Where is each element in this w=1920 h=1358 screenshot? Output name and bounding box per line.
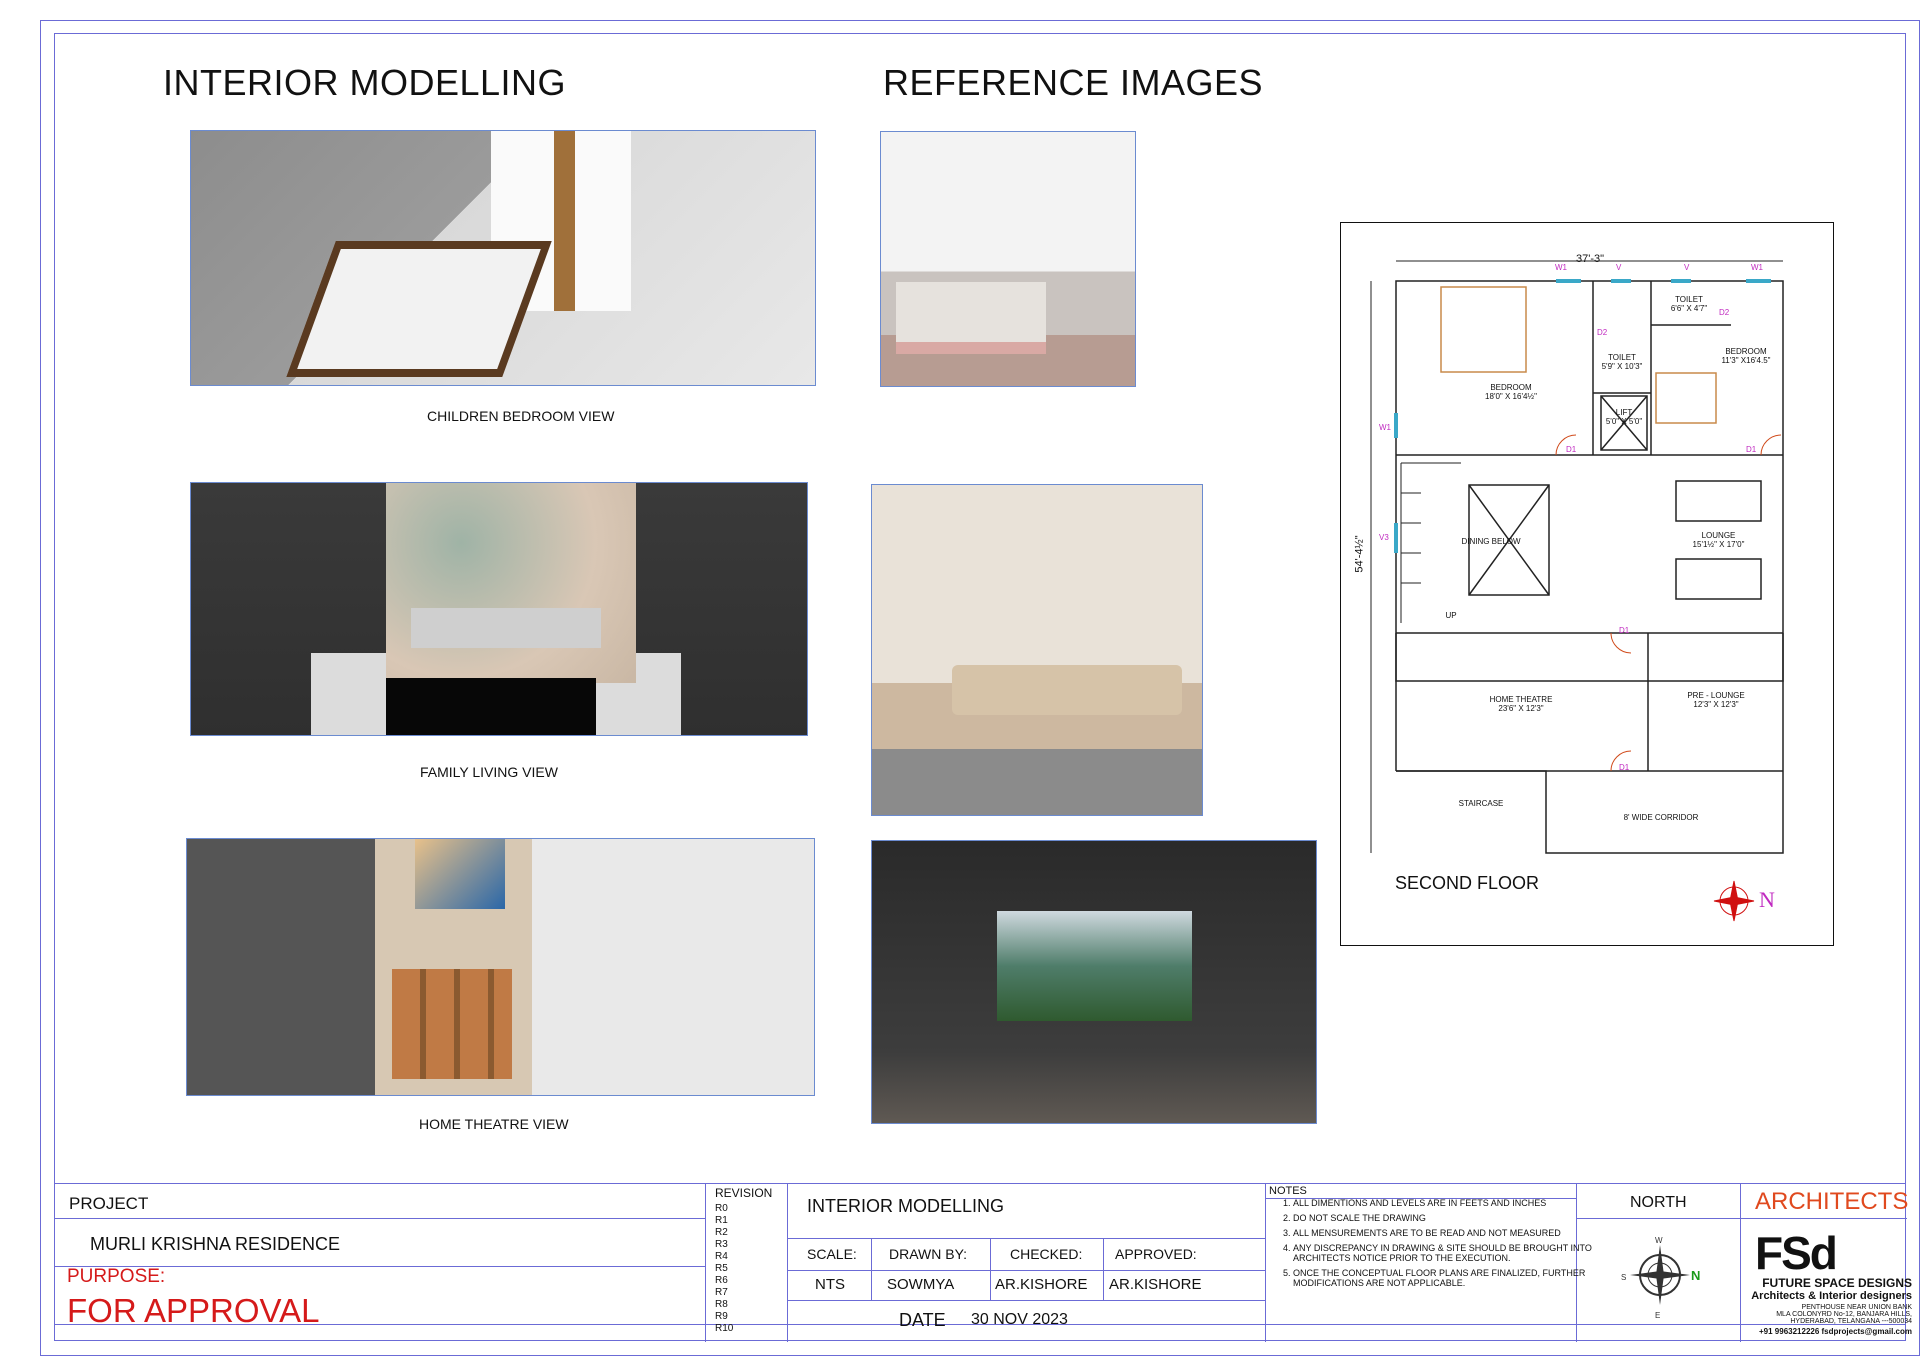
note-item: ONCE THE CONCEPTUAL FLOOR PLANS ARE FINA…: [1293, 1268, 1593, 1288]
north-indicator: N: [1759, 887, 1775, 912]
architects-label: ARCHITECTS: [1755, 1188, 1909, 1215]
purpose-label: PURPOSE:: [67, 1266, 166, 1287]
door-tag: D1: [1566, 445, 1577, 454]
window-tag: V: [1616, 263, 1622, 272]
lounge-label: LOUNGE 15'1½" X 17'0": [1692, 531, 1745, 549]
theatre-reference-photo: [871, 840, 1317, 1124]
svg-text:W: W: [1655, 1236, 1663, 1245]
approved-label: APPROVED:: [1115, 1246, 1197, 1262]
pre-lounge-label: PRE - LOUNGE 12'3" X 12'3": [1687, 691, 1745, 709]
scale-label: SCALE:: [807, 1246, 857, 1262]
window-tag: V: [1684, 263, 1690, 272]
window-tag: W1: [1555, 263, 1567, 272]
door-tag: D1: [1619, 763, 1630, 772]
purpose-value: FOR APPROVAL: [67, 1292, 320, 1329]
date-label: DATE: [899, 1310, 946, 1330]
revision-row: R6: [715, 1275, 728, 1286]
reference-images-heading: REFERENCE IMAGES: [883, 62, 1264, 103]
family-living-render: [190, 482, 808, 736]
plan-width-dimension: 37'-3": [1576, 253, 1605, 265]
drawn-by-label: DRAWN BY:: [889, 1246, 968, 1262]
firm-address-2: MLA COLONYRD No-12, BANJARA HILLS,: [1776, 1311, 1912, 1318]
staircase-label: STAIRCASE: [1458, 799, 1504, 808]
firm-address-1: PENTHOUSE NEAR UNION BANK: [1801, 1304, 1912, 1311]
interior-modelling-heading: INTERIOR MODELLING: [163, 62, 567, 103]
revision-row: R7: [715, 1287, 728, 1298]
checked-value: AR.KISHORE: [995, 1276, 1088, 1293]
revision-row: R2: [715, 1227, 728, 1238]
revision-row: R1: [715, 1215, 728, 1226]
revision-row: R5: [715, 1263, 728, 1274]
living-reference-photo: [871, 484, 1203, 816]
home-theatre-caption: HOME THEATRE VIEW: [419, 1116, 569, 1132]
notes-label: NOTES: [1269, 1185, 1307, 1197]
revision-row: R3: [715, 1239, 728, 1250]
title-block: PROJECT MURLI KRISHNA RESIDENCE PURPOSE:…: [54, 1183, 1912, 1342]
home-theatre-render: [186, 838, 815, 1096]
door-tag: D1: [1619, 626, 1630, 635]
bedroom-reference-photo: [880, 131, 1136, 387]
note-item: ALL DIMENTIONS AND LEVELS ARE IN FEETS A…: [1293, 1198, 1593, 1208]
plan-height-dimension: 54'-4½": [1353, 535, 1366, 573]
revision-row: R4: [715, 1251, 728, 1262]
revision-label: REVISION: [715, 1186, 773, 1200]
note-item: ANY DISCREPANCY IN DRAWING & SITE SHOULD…: [1293, 1243, 1593, 1263]
firm-logo: FSd: [1755, 1227, 1838, 1279]
revision-row: R10: [715, 1323, 734, 1334]
window-tag: W1: [1379, 423, 1391, 432]
firm-contact: +91 9963212226 fsdprojects@gmail.com: [1759, 1327, 1912, 1336]
scale-value: NTS: [815, 1276, 845, 1293]
children-bedroom-render: [190, 130, 816, 386]
door-tag: D1: [1746, 445, 1757, 454]
notes-list: ALL DIMENTIONS AND LEVELS ARE IN FEETS A…: [1269, 1198, 1593, 1293]
project-label: PROJECT: [69, 1194, 149, 1213]
checked-label: CHECKED:: [1010, 1246, 1083, 1262]
home-theatre-room-label: HOME THEATRE 23'6" X 12'3": [1489, 695, 1553, 713]
firm-tagline: Architects & Interior designers: [1751, 1290, 1912, 1302]
door-tag: D2: [1719, 308, 1730, 317]
plan-title: SECOND FLOOR: [1395, 873, 1540, 893]
drawing-title: INTERIOR MODELLING: [807, 1196, 1005, 1216]
window-tag: V3: [1379, 533, 1389, 542]
svg-text:S: S: [1621, 1273, 1626, 1282]
approved-value: AR.KISHORE: [1109, 1276, 1202, 1293]
svg-text:E: E: [1655, 1311, 1660, 1320]
bedroom-2-label: BEDROOM 11'3" X16'4.5": [1721, 347, 1771, 365]
stair-up-label: UP: [1445, 611, 1457, 620]
note-item: DO NOT SCALE THE DRAWING: [1293, 1213, 1593, 1223]
revision-row: R8: [715, 1299, 728, 1310]
corridor-label: 8' WIDE CORRIDOR: [1623, 813, 1699, 822]
svg-text:N: N: [1691, 1268, 1700, 1283]
north-label: NORTH: [1630, 1194, 1687, 1211]
window-tag: W1: [1751, 263, 1763, 272]
firm-address-3: HYDERABAD, TELANGANA ---500034: [1790, 1318, 1912, 1325]
bedroom-1-label: BEDROOM 18'0" X 16'4½": [1485, 383, 1537, 401]
drawn-by-value: SOWMYA: [887, 1276, 955, 1293]
lift-label: LIFT 5'0" X 5'0": [1605, 408, 1643, 426]
toilet-1-label: TOILET 5'9" X 10'3": [1601, 353, 1643, 371]
compass-icon: N W S E: [1621, 1236, 1700, 1320]
revision-row: R0: [715, 1203, 728, 1214]
firm-name: FUTURE SPACE DESIGNS: [1762, 1276, 1912, 1290]
family-living-caption: FAMILY LIVING VIEW: [420, 764, 558, 780]
note-item: ALL MENSUREMENTS ARE TO BE READ AND NOT …: [1293, 1228, 1593, 1238]
second-floor-plan: [1370, 260, 1784, 922]
toilet-2-label: TOILET 6'6" X 4'7": [1670, 295, 1708, 313]
dining-below-label: DINING BELOW: [1461, 537, 1521, 546]
floor-plan-panel: 37'-3" 54'-4½" BEDROOM 18'0" X 16'4½" TOI…: [1340, 222, 1834, 946]
revision-row: R9: [715, 1311, 728, 1322]
door-tag: D2: [1597, 328, 1608, 337]
project-name: MURLI KRISHNA RESIDENCE: [90, 1234, 341, 1254]
date-value: 30 NOV 2023: [971, 1311, 1068, 1328]
children-bedroom-caption: CHILDREN BEDROOM VIEW: [427, 408, 615, 424]
